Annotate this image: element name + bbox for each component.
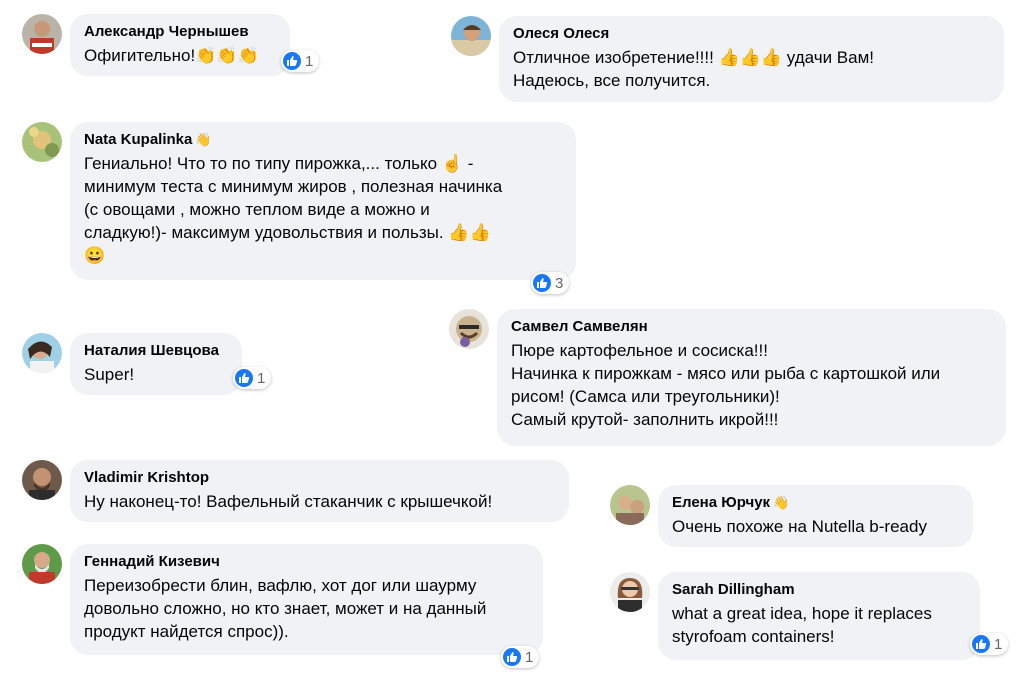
comment-line: Super! <box>84 365 135 384</box>
avatar[interactable] <box>451 16 491 56</box>
avatar[interactable] <box>22 14 62 54</box>
comment-author[interactable]: Елена Юрчук 👋 <box>672 493 959 513</box>
comment-line: 😀 <box>84 246 106 265</box>
comment-line: Отличное изобретение!!!! 👍👍👍 удачи Вам! <box>513 48 875 67</box>
avatar[interactable] <box>22 122 62 162</box>
avatar[interactable] <box>610 572 650 612</box>
comment-text: Очень похоже на Nutella b-ready <box>672 515 959 538</box>
comment-line: сладкую!)- максимум удовольствия и польз… <box>84 223 491 242</box>
avatar[interactable] <box>610 485 650 525</box>
comment-text: Super! <box>84 363 228 386</box>
comment-author[interactable]: Геннадий Кизевич <box>84 552 529 572</box>
comment-text: Переизобрести блин, вафлю, хот дог или ш… <box>84 574 529 643</box>
author-name[interactable]: Nata Kupalinka <box>84 131 192 148</box>
comment-author[interactable]: Наталия Шевцова <box>84 341 228 361</box>
comment-text: what a great idea, hope it replaces styr… <box>672 602 966 648</box>
comment-bubble: Елена Юрчук 👋 Очень похоже на Nutella b-r… <box>658 485 973 547</box>
comment-author[interactable]: Sarah Dillingham <box>672 580 966 600</box>
avatar[interactable] <box>22 544 62 584</box>
comment-line: продукт найдется спрос)). <box>84 622 289 641</box>
reaction-number: 1 <box>525 648 534 666</box>
comment-text: Офигительно!👏👏👏 <box>84 44 276 67</box>
like-thumb-icon <box>972 635 990 653</box>
wave-badge-icon: 👋 <box>773 495 790 510</box>
comment-author[interactable]: Олеся Олеся <box>513 24 990 44</box>
reaction-number: 1 <box>305 52 314 70</box>
comment-line: Самый крутой- заполнить икрой!!! <box>511 410 779 429</box>
comment-author[interactable]: Vladimir Krishtop <box>84 468 555 488</box>
comment-line: Гениально! Что то по типу пирожка,... то… <box>84 154 474 173</box>
comment-line: Офигительно!👏👏👏 <box>84 46 259 65</box>
reaction-count[interactable]: 1 <box>970 633 1009 655</box>
comment-author[interactable]: Nata Kupalinka 👋 <box>84 130 562 150</box>
avatar[interactable] <box>22 333 62 373</box>
comment-line: (с овощами , можно теплом виде а можно и <box>84 200 430 219</box>
reaction-count[interactable]: 1 <box>281 50 320 72</box>
like-thumb-icon <box>503 648 521 666</box>
author-name[interactable]: Елена Юрчук <box>672 494 770 511</box>
comment-text: Отличное изобретение!!!! 👍👍👍 удачи Вам! … <box>513 46 990 92</box>
like-thumb-icon <box>533 274 551 292</box>
comment-bubble: Vladimir Krishtop Ну наконец-то! Вафельн… <box>70 460 569 522</box>
comment-line: Очень похоже на Nutella b-ready <box>672 517 927 536</box>
avatar[interactable] <box>22 460 62 500</box>
comment-line: Ну наконец-то! Вафельный стаканчик с кры… <box>84 492 493 511</box>
comment-bubble: Nata Kupalinka 👋 Гениально! Что то по тип… <box>70 122 576 280</box>
wave-badge-icon: 👋 <box>195 132 212 147</box>
comment-author[interactable]: Самвел Самвелян <box>511 317 992 337</box>
comment-line: what a great idea, hope it replaces <box>672 604 932 623</box>
comment-line: рисом! (Самса или треугольники)! <box>511 387 780 406</box>
like-thumb-icon <box>283 52 301 70</box>
comment-text: Ну наконец-то! Вафельный стаканчик с кры… <box>84 490 555 513</box>
reaction-number: 3 <box>555 274 564 292</box>
comment-line: довольно сложно, но кто знает, может и н… <box>84 599 487 618</box>
comment-bubble: Олеся Олеся Отличное изобретение!!!! 👍👍👍… <box>499 16 1004 102</box>
comment-bubble: Наталия Шевцова Super! <box>70 333 242 395</box>
comment-bubble: Геннадий Кизевич Переизобрести блин, ваф… <box>70 544 543 655</box>
comment-line: Пюре картофельное и сосиска!!! <box>511 341 768 360</box>
comment-line: styrofoam containers! <box>672 627 835 646</box>
comment-text: Гениально! Что то по типу пирожка,... то… <box>84 152 562 267</box>
comment-text: Пюре картофельное и сосиска!!! Начинка к… <box>511 339 992 431</box>
comment-bubble: Самвел Самвелян Пюре картофельное и соси… <box>497 309 1006 446</box>
comment-line: Надеюсь, все получится. <box>513 71 711 90</box>
comment-bubble: Sarah Dillingham what a great idea, hope… <box>658 572 980 660</box>
like-thumb-icon <box>235 369 253 387</box>
avatar[interactable] <box>449 309 489 349</box>
comment-author[interactable]: Александр Чернышев <box>84 22 276 42</box>
reaction-count[interactable]: 3 <box>531 272 570 294</box>
reaction-number: 1 <box>257 369 266 387</box>
comment-line: минимум теста с минимум жиров , полезная… <box>84 177 503 196</box>
reaction-count[interactable]: 1 <box>501 646 540 668</box>
comment-line: Переизобрести блин, вафлю, хот дог или ш… <box>84 576 477 595</box>
reaction-count[interactable]: 1 <box>233 367 272 389</box>
reaction-number: 1 <box>994 635 1003 653</box>
comment-bubble: Александр Чернышев Офигительно!👏👏👏 <box>70 14 290 76</box>
comment-line: Начинка к пирожкам - мясо или рыба с кар… <box>511 364 941 383</box>
